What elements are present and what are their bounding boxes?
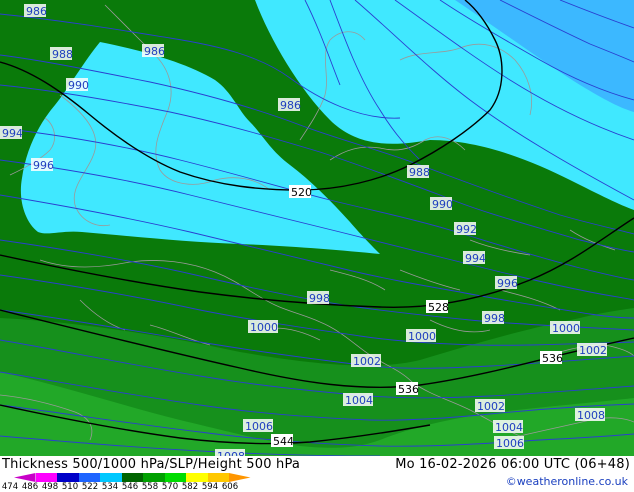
height-label: 536 — [540, 351, 563, 365]
isobar-label: 1002 — [475, 399, 505, 413]
svg-text:986: 986 — [280, 99, 301, 112]
svg-text:988: 988 — [409, 166, 430, 179]
svg-text:986: 986 — [26, 5, 47, 18]
isobar-label: 1002 — [351, 354, 381, 368]
isobar-label: 986 — [142, 44, 165, 58]
isobar-label: 1000 — [248, 320, 278, 334]
legend-tick-label: 498 — [41, 482, 59, 492]
svg-text:992: 992 — [456, 223, 477, 236]
isobar-label: 1000 — [406, 329, 436, 343]
legend-swatch — [229, 473, 251, 482]
isobar-label: 1008 — [215, 449, 245, 456]
legend-ticks: 474 486 498 510 522 534 546 558 570 582 594 606 — [0, 482, 240, 492]
isobar-label: 988 — [407, 165, 430, 179]
height-label: 528 — [426, 300, 449, 314]
height-label: 536 — [396, 382, 419, 396]
isobar-label: 1004 — [343, 393, 373, 407]
isobar-label: 990 — [430, 197, 453, 211]
legend-tick-label: 486 — [21, 482, 39, 492]
svg-text:544: 544 — [273, 435, 294, 448]
weather-map: 986 988 986 990 986 994 996 988 990 992 … — [0, 0, 634, 456]
legend-swatch — [100, 473, 122, 482]
legend-tick-label: 582 — [181, 482, 199, 492]
svg-text:998: 998 — [309, 292, 330, 305]
copyright-link[interactable]: ©weatheronline.co.uk — [506, 475, 628, 488]
legend-tick-label: 522 — [81, 482, 99, 492]
isobar-label: 998 — [307, 291, 330, 305]
legend-swatch — [186, 473, 208, 482]
legend-tick-label: 558 — [141, 482, 159, 492]
svg-text:520: 520 — [291, 186, 312, 199]
isobar-label: 1006 — [243, 419, 273, 433]
svg-text:1008: 1008 — [577, 409, 605, 422]
svg-text:1000: 1000 — [552, 322, 580, 335]
legend-tick-label: 546 — [121, 482, 139, 492]
isobar-label: 1004 — [493, 420, 523, 434]
svg-text:988: 988 — [52, 48, 73, 61]
isobar-label: 986 — [278, 98, 301, 112]
height-label: 520 — [289, 185, 312, 199]
legend-tick-label: 534 — [101, 482, 119, 492]
map-footer: Thickness 500/1000 hPa/SLP/Height 500 hP… — [0, 456, 634, 492]
color-legend: 474 486 498 510 522 534 546 558 570 582 594 606 — [0, 473, 330, 492]
map-title: Thickness 500/1000 hPa/SLP/Height 500 hP… — [2, 457, 301, 472]
svg-text:1004: 1004 — [345, 394, 373, 407]
height-label: 544 — [271, 434, 294, 448]
isobar-label: 998 — [482, 311, 505, 325]
svg-text:1000: 1000 — [408, 330, 436, 343]
svg-text:990: 990 — [432, 198, 453, 211]
svg-text:1006: 1006 — [496, 437, 524, 450]
svg-text:536: 536 — [398, 383, 419, 396]
legend-color-bar — [14, 473, 251, 482]
legend-swatch — [164, 473, 186, 482]
isobar-label: 992 — [454, 222, 477, 236]
svg-text:990: 990 — [68, 79, 89, 92]
forecast-datetime: Mo 16-02-2026 06:00 UTC (06+48) — [395, 457, 630, 472]
legend-swatch — [78, 473, 100, 482]
isobar-label: 994 — [463, 251, 486, 265]
svg-text:996: 996 — [497, 277, 518, 290]
svg-text:994: 994 — [2, 127, 23, 140]
svg-text:994: 994 — [465, 252, 486, 265]
legend-tick-label: 570 — [161, 482, 179, 492]
svg-text:1002: 1002 — [579, 344, 607, 357]
legend-tick-label: 606 — [221, 482, 239, 492]
legend-swatch — [207, 473, 229, 482]
svg-text:1004: 1004 — [495, 421, 523, 434]
legend-tick-label: 510 — [61, 482, 79, 492]
svg-text:986: 986 — [144, 45, 165, 58]
legend-swatch — [35, 473, 57, 482]
svg-text:1000: 1000 — [250, 321, 278, 334]
legend-swatch — [57, 473, 79, 482]
legend-swatch — [121, 473, 143, 482]
isobar-label: 1000 — [550, 321, 580, 335]
isobar-label: 986 — [24, 4, 47, 18]
legend-tick-label: 474 — [1, 482, 19, 492]
svg-text:536: 536 — [542, 352, 563, 365]
svg-text:998: 998 — [484, 312, 505, 325]
svg-text:528: 528 — [428, 301, 449, 314]
isobar-label: 994 — [0, 126, 23, 140]
svg-text:996: 996 — [33, 159, 54, 172]
legend-swatch — [14, 473, 36, 482]
isobar-label: 1008 — [575, 408, 605, 422]
isobar-label: 996 — [495, 276, 518, 290]
isobar-label: 1002 — [577, 343, 607, 357]
svg-text:1002: 1002 — [477, 400, 505, 413]
isobar-label: 1006 — [494, 436, 524, 450]
isobar-label: 996 — [31, 158, 54, 172]
isobar-label: 990 — [66, 78, 89, 92]
legend-tick-label: 594 — [201, 482, 219, 492]
svg-text:1002: 1002 — [353, 355, 381, 368]
legend-swatch — [143, 473, 165, 482]
isobar-label: 988 — [50, 47, 73, 61]
svg-text:1006: 1006 — [245, 420, 273, 433]
